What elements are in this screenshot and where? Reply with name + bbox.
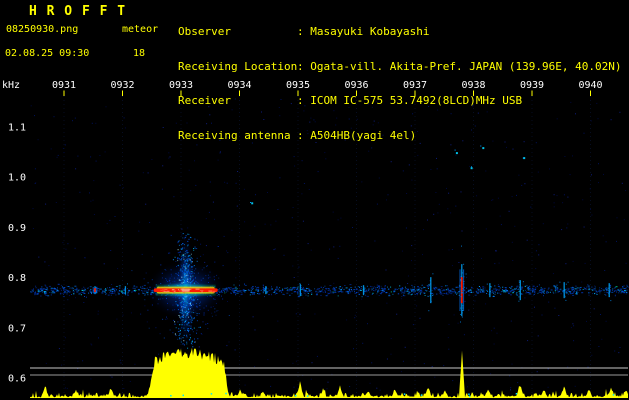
info-label: Receiving Location [178,59,298,73]
info-separator: : [297,128,311,142]
svg-text:1.0: 1.0 [8,173,26,184]
info-line-observer: Observer: Masayuki Kobayashi [178,26,622,38]
app-title: H R O F F T [29,4,127,19]
info-line-location: Receiving Location: Ogata-vill. Akita-Pr… [178,59,622,73]
info-separator: : [297,25,311,38]
output-filename: 08250930.png [6,24,79,35]
observation-datetime: 02.08.25 09:30 [5,48,90,59]
info-line-antenna: Receiving antenna: A504HB(yagi 4el) [178,128,622,142]
info-value: A504HB(yagi 4el) [310,128,417,142]
svg-text:0.8: 0.8 [8,273,26,284]
svg-text:0.6: 0.6 [8,374,26,385]
info-label: Observer [178,25,231,38]
echo-count: 18 [133,48,146,59]
svg-text:0.7: 0.7 [8,323,26,334]
info-line-receiver: Receiver: ICOM IC-575 53.7492(8LCD)MHz U… [178,95,622,107]
svg-text:0932: 0932 [110,80,134,91]
svg-text:1.1: 1.1 [8,123,26,134]
mode-label: meteor [122,24,159,35]
info-value: Ogata-vill. Akita-Pref. JAPAN (139.96E, … [310,59,622,73]
info-separator: : [297,94,311,107]
svg-text:kHz: kHz [2,80,20,91]
svg-text:0931: 0931 [52,80,76,91]
svg-text:0.9: 0.9 [8,223,26,234]
info-label: Receiver [178,94,231,107]
info-separator: : [297,59,311,73]
info-value: ICOM IC-575 53.7492(8LCD)MHz USB [310,94,523,107]
info-value: Masayuki Kobayashi [310,25,430,38]
info-label: Receiving antenna [178,128,291,142]
station-info: Observer: Masayuki Kobayashi Receiving L… [178,3,622,164]
hrofft-window: 0931 0932 0933 0934 0935 0936 0937 0938 0939 0940… [0,0,629,400]
